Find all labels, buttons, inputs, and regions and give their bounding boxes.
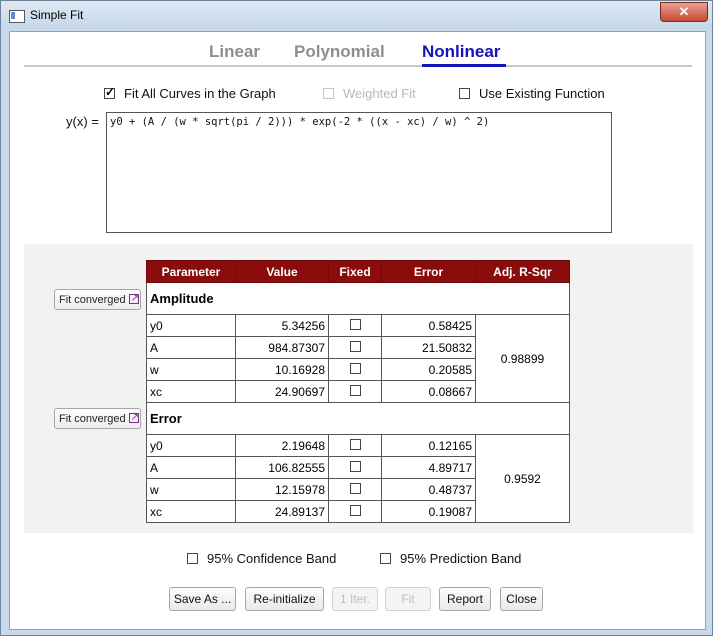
- param-value: 24.90697: [235, 380, 329, 403]
- title-bar[interactable]: Simple Fit ✕: [1, 1, 712, 29]
- fixed-checkbox[interactable]: [349, 318, 361, 330]
- save-as-button[interactable]: Save As ...: [169, 587, 236, 611]
- weighted-fit-option[interactable]: Weighted Fit: [323, 86, 416, 101]
- external-link-icon: [128, 408, 139, 428]
- group-header-row: Error: [146, 402, 570, 435]
- column-header-parameter: Parameter: [146, 260, 236, 283]
- param-value: 12.15978: [235, 478, 329, 501]
- close-button[interactable]: Close: [500, 587, 543, 611]
- param-name: w: [146, 478, 236, 501]
- fit-button[interactable]: Fit: [385, 587, 431, 611]
- table-row: y0 2.19648 0.12165 0.9592: [146, 434, 570, 523]
- use-existing-function-checkbox[interactable]: [459, 88, 470, 99]
- confidence-band-label: 95% Confidence Band: [207, 551, 337, 566]
- function-expression-field[interactable]: y0 + (A / (w * sqrt(pi / 2))) * exp(-2 *…: [106, 112, 612, 233]
- param-name: A: [146, 336, 236, 359]
- column-header-fixed: Fixed: [328, 260, 382, 283]
- tab-polynomial[interactable]: Polynomial: [294, 42, 385, 62]
- fixed-checkbox-cell: [328, 434, 382, 457]
- column-header-error: Error: [381, 260, 476, 283]
- param-error: 0.12165: [381, 434, 476, 457]
- weighted-fit-checkbox[interactable]: [323, 88, 334, 99]
- param-name: xc: [146, 380, 236, 403]
- function-label: y(x) =: [66, 114, 99, 129]
- fixed-checkbox[interactable]: [349, 340, 361, 352]
- fit-results-table: Parameter Value Fixed Error Adj. R-Sqr A…: [146, 260, 570, 523]
- external-link-icon: [128, 289, 139, 309]
- results-panel: Fit converged Fit converged Parameter Va…: [24, 244, 693, 533]
- fixed-checkbox[interactable]: [349, 438, 361, 450]
- close-icon: ✕: [678, 4, 690, 19]
- param-name: w: [146, 358, 236, 381]
- prediction-band-option[interactable]: 95% Prediction Band: [380, 551, 521, 566]
- fixed-checkbox-cell: [328, 314, 382, 337]
- param-value: 24.89137: [235, 500, 329, 523]
- fixed-checkbox[interactable]: [349, 504, 361, 516]
- adj-r-sqr-value: 0.98899: [475, 314, 570, 403]
- fit-status-label: Fit converged: [59, 294, 126, 306]
- param-value: 984.87307: [235, 336, 329, 359]
- window-title: Simple Fit: [30, 8, 84, 22]
- fixed-checkbox[interactable]: [349, 482, 361, 494]
- param-value: 106.82555: [235, 456, 329, 479]
- fixed-checkbox-cell: [328, 456, 382, 479]
- fixed-checkbox-cell: [328, 336, 382, 359]
- use-existing-function-option[interactable]: Use Existing Function: [459, 86, 605, 101]
- prediction-band-label: 95% Prediction Band: [400, 551, 522, 566]
- param-value: 5.34256: [235, 314, 329, 337]
- fit-all-curves-label: Fit All Curves in the Graph: [124, 86, 276, 101]
- param-value: 10.16928: [235, 358, 329, 381]
- fit-converged-button-error[interactable]: Fit converged: [54, 408, 141, 429]
- fixed-checkbox-cell: [328, 500, 382, 523]
- param-name: y0: [146, 314, 236, 337]
- window-close-button[interactable]: ✕: [660, 2, 708, 22]
- param-error: 0.48737: [381, 478, 476, 501]
- column-header-value: Value: [235, 260, 329, 283]
- checkmark-icon: ✓: [105, 85, 116, 99]
- fixed-checkbox[interactable]: [349, 384, 361, 396]
- column-header-adj-r-sqr: Adj. R-Sqr: [475, 260, 570, 283]
- weighted-fit-label: Weighted Fit: [343, 86, 416, 101]
- fit-all-curves-option[interactable]: ✓ Fit All Curves in the Graph: [104, 86, 276, 101]
- fixed-checkbox-cell: [328, 380, 382, 403]
- fit-all-curves-checkbox[interactable]: ✓: [104, 85, 116, 99]
- param-error: 0.58425: [381, 314, 476, 337]
- param-error: 0.20585: [381, 358, 476, 381]
- tab-linear[interactable]: Linear: [209, 42, 260, 62]
- reinitialize-button[interactable]: Re-initialize: [245, 587, 324, 611]
- report-button[interactable]: Report: [439, 587, 491, 611]
- fixed-checkbox[interactable]: [349, 362, 361, 374]
- table-header-row: Parameter Value Fixed Error Adj. R-Sqr: [146, 260, 570, 283]
- tab-divider: [24, 65, 692, 67]
- param-error: 4.89717: [381, 456, 476, 479]
- adj-r-sqr-value: 0.9592: [475, 434, 570, 523]
- group-title-error: Error: [146, 402, 570, 435]
- app-window-icon: [9, 10, 25, 23]
- param-error: 0.08667: [381, 380, 476, 403]
- fixed-checkbox-cell: [328, 478, 382, 501]
- param-name: A: [146, 456, 236, 479]
- param-name: xc: [146, 500, 236, 523]
- active-tab-indicator: [422, 64, 506, 67]
- fit-converged-button-amplitude[interactable]: Fit converged: [54, 289, 141, 310]
- confidence-band-option[interactable]: 95% Confidence Band: [187, 551, 336, 566]
- one-iteration-button[interactable]: 1 Iter.: [332, 587, 378, 611]
- dialog-body: Linear Polynomial Nonlinear ✓ Fit All Cur…: [9, 31, 706, 630]
- group-header-row: Amplitude: [146, 282, 570, 315]
- param-error: 0.19087: [381, 500, 476, 523]
- param-value: 2.19648: [235, 434, 329, 457]
- param-name: y0: [146, 434, 236, 457]
- prediction-band-checkbox[interactable]: [380, 553, 391, 564]
- tab-nonlinear[interactable]: Nonlinear: [422, 42, 500, 62]
- param-error: 21.50832: [381, 336, 476, 359]
- table-row: y0 5.34256 0.58425 0.98899: [146, 314, 570, 403]
- use-existing-function-label: Use Existing Function: [479, 86, 605, 101]
- confidence-band-checkbox[interactable]: [187, 553, 198, 564]
- simple-fit-window: Simple Fit ✕ Linear Polynomial Nonlinear…: [0, 0, 713, 636]
- fit-status-label: Fit converged: [59, 413, 126, 425]
- tab-bar: Linear Polynomial Nonlinear: [24, 40, 692, 68]
- fixed-checkbox-cell: [328, 358, 382, 381]
- group-title-amplitude: Amplitude: [146, 282, 570, 315]
- fixed-checkbox[interactable]: [349, 460, 361, 472]
